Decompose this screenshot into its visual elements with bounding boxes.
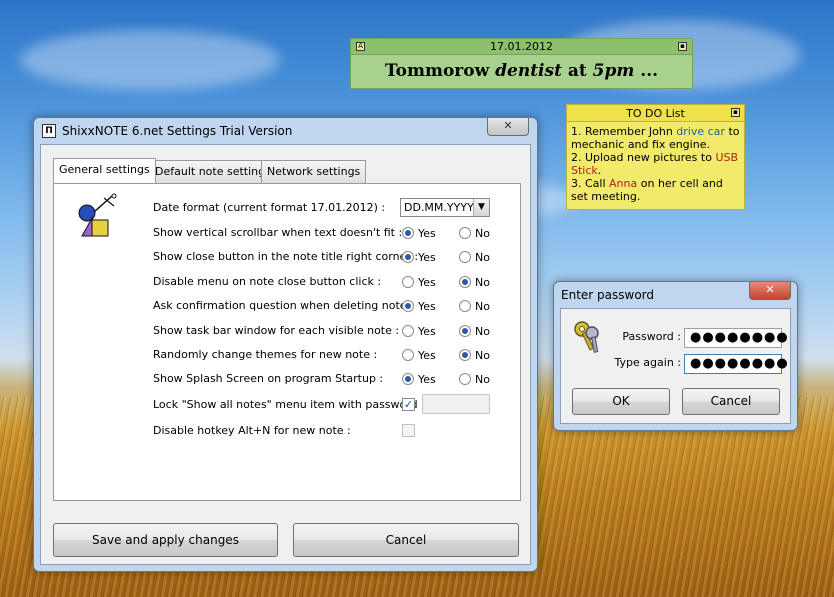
ok-button[interactable]: OK <box>572 388 670 415</box>
lock-menu-checkbox[interactable]: ✓ <box>402 398 415 411</box>
note-title-bar[interactable]: A 17.01.2012 ▪ <box>351 39 692 55</box>
note-date: 17.01.2012 <box>490 40 553 53</box>
option-yes-radio[interactable] <box>402 276 414 288</box>
option-yes-label: Yes <box>418 373 436 386</box>
option-label: Ask confirmation question when deleting … <box>153 299 414 312</box>
hotkey-label: Disable hotkey Alt+N for new note : <box>153 424 351 437</box>
tab-network-settings[interactable]: Network settings <box>261 160 367 183</box>
option-yes-label: Yes <box>418 349 436 362</box>
cancel-button[interactable]: Cancel <box>682 388 780 415</box>
general-settings-panel: Date format (current format 17.01.2012) … <box>53 183 521 501</box>
note-close-icon[interactable]: ▪ <box>731 108 740 117</box>
note-text[interactable]: Tommorow dentist at 5pm ... <box>351 55 692 87</box>
dialog-title: Enter password <box>561 288 654 302</box>
option-no-radio[interactable] <box>459 373 471 385</box>
cancel-button[interactable]: Cancel <box>293 523 519 557</box>
option-no-radio[interactable] <box>459 325 471 337</box>
settings-window: Π ShixxNOTE 6.net Settings Trial Version… <box>33 117 538 572</box>
settings-graphic-icon <box>78 193 117 237</box>
todo-line-3: 3. Call Anna on her cell and set meeting… <box>571 177 723 203</box>
password-label: Password : <box>622 330 681 343</box>
option-no-radio[interactable] <box>459 300 471 312</box>
option-yes-radio[interactable] <box>402 300 414 312</box>
chevron-down-icon[interactable]: ▼ <box>473 199 489 216</box>
option-yes-label: Yes <box>418 276 436 289</box>
save-apply-button[interactable]: Save and apply changes <box>53 523 278 557</box>
option-yes-radio[interactable] <box>402 349 414 361</box>
keys-icon <box>574 321 599 353</box>
todo-line-2: 2. Upload new pictures to USB Stick. <box>571 151 739 177</box>
type-again-label: Type again : <box>614 356 681 369</box>
note-text[interactable]: 1. Remember John drive car to mechanic a… <box>567 122 744 206</box>
option-no-label: No <box>475 276 490 289</box>
settings-body: General settings Default note settings N… <box>40 144 531 565</box>
close-button[interactable]: ✕ <box>749 282 791 300</box>
type-again-input[interactable]: ●●●●●●●● <box>684 354 788 374</box>
tab-default-note-settings[interactable]: Default note settings <box>149 160 277 183</box>
option-no-label: No <box>475 300 490 313</box>
settings-title-bar[interactable]: Π ShixxNOTE 6.net Settings Trial Version… <box>34 118 537 144</box>
lock-menu-label: Lock "Show all notes" menu item with pas… <box>153 398 425 411</box>
todo-line-1: 1. Remember John drive car to mechanic a… <box>571 125 740 151</box>
option-label: Show Splash Screen on program Startup : <box>153 372 384 385</box>
option-label: Show close button in the note title righ… <box>153 250 419 263</box>
option-label: Show vertical scrollbar when text doesn'… <box>153 226 403 239</box>
option-no-radio[interactable] <box>459 251 471 263</box>
option-no-label: No <box>475 373 490 386</box>
background-cloud <box>20 30 280 90</box>
option-label: Disable menu on note close button click … <box>153 275 382 288</box>
password-dialog: Enter password ✕ Password : ●●●●●●●● Typ… <box>553 281 798 431</box>
option-label: Randomly change themes for new note : <box>153 348 378 361</box>
option-yes-label: Yes <box>418 300 436 313</box>
lock-password-input[interactable] <box>422 394 490 414</box>
close-button[interactable]: ✕ <box>487 118 529 136</box>
tab-strip: General settings Default note settings N… <box>53 158 523 185</box>
option-yes-radio[interactable] <box>402 227 414 239</box>
sticky-note-yellow[interactable]: TO DO List ▪ 1. Remember John drive car … <box>566 104 745 210</box>
password-input[interactable]: ●●●●●●●● <box>684 328 788 348</box>
option-no-label: No <box>475 251 490 264</box>
option-label: Show task bar window for each visible no… <box>153 324 400 337</box>
note-menu-icon[interactable]: A <box>356 42 365 51</box>
date-format-select[interactable]: DD.MM.YYYY ▼ <box>400 198 490 217</box>
window-title: ShixxNOTE 6.net Settings Trial Version <box>62 124 293 138</box>
option-yes-label: Yes <box>418 227 436 240</box>
option-no-radio[interactable] <box>459 349 471 361</box>
option-no-label: No <box>475 227 490 240</box>
option-no-radio[interactable] <box>459 227 471 239</box>
option-yes-label: Yes <box>418 325 436 338</box>
date-format-label: Date format (current format 17.01.2012) … <box>153 201 386 214</box>
note-title: TO DO List <box>626 107 685 120</box>
option-yes-label: Yes <box>418 251 436 264</box>
sticky-note-green[interactable]: A 17.01.2012 ▪ Tommorow dentist at 5pm .… <box>350 38 693 89</box>
password-body: Password : ●●●●●●●● Type again : ●●●●●●●… <box>560 308 791 424</box>
note-close-icon[interactable]: ▪ <box>678 42 687 51</box>
app-icon: Π <box>42 124 56 138</box>
tab-general-settings[interactable]: General settings <box>53 158 156 183</box>
hotkey-checkbox[interactable] <box>402 424 415 437</box>
note-title-bar[interactable]: TO DO List ▪ <box>567 105 744 122</box>
password-title-bar[interactable]: Enter password ✕ <box>554 282 797 308</box>
option-no-label: No <box>475 349 490 362</box>
option-no-label: No <box>475 325 490 338</box>
option-yes-radio[interactable] <box>402 373 414 385</box>
option-yes-radio[interactable] <box>402 325 414 337</box>
option-yes-radio[interactable] <box>402 251 414 263</box>
option-no-radio[interactable] <box>459 276 471 288</box>
